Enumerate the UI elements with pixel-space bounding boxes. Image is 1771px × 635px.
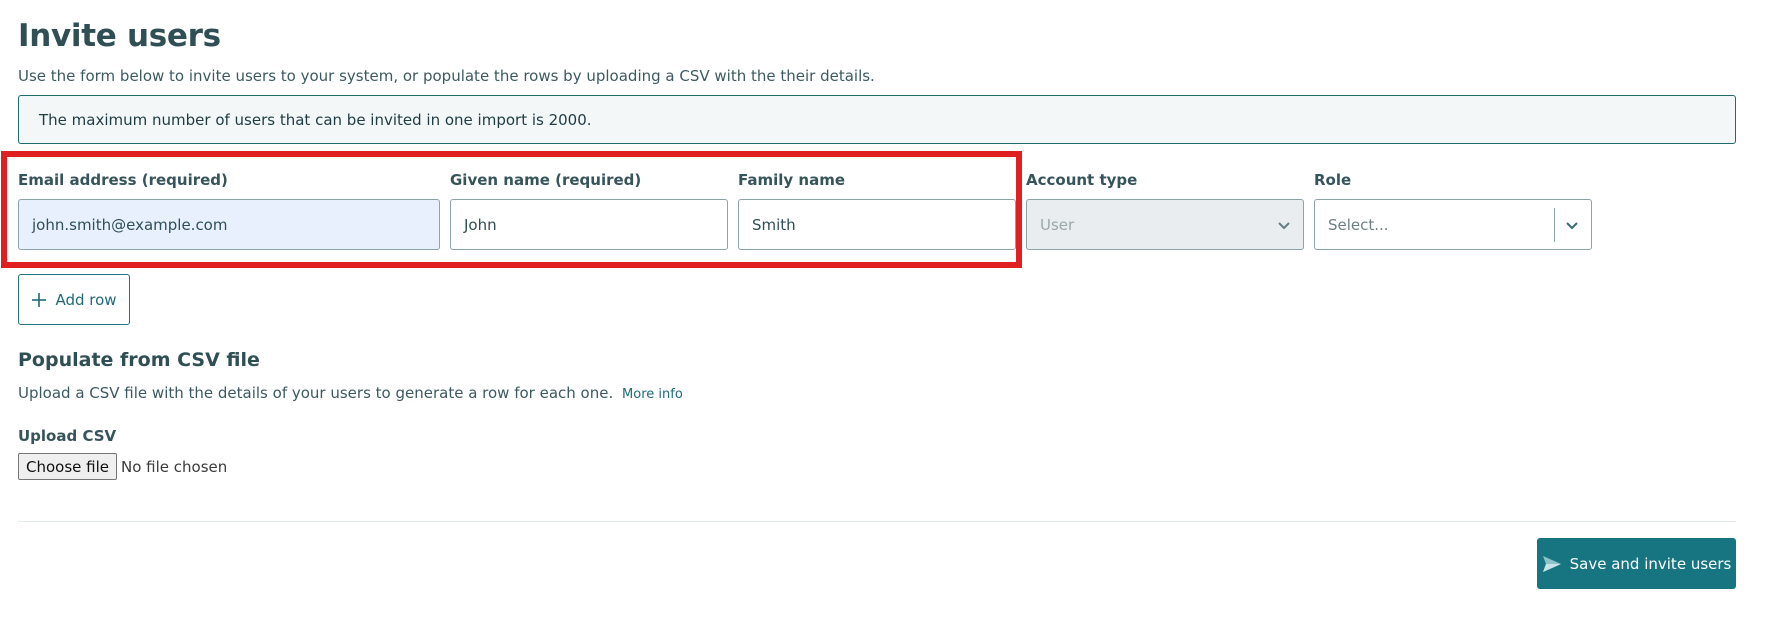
- given-name-value: John: [464, 215, 497, 234]
- role-placeholder: Select...: [1328, 215, 1389, 234]
- csv-heading: Populate from CSV file: [18, 349, 260, 371]
- add-row-button[interactable]: Add row: [18, 274, 130, 325]
- given-name-field[interactable]: John: [450, 199, 728, 250]
- add-row-label: Add row: [55, 290, 117, 309]
- file-upload-control: Choose file No file chosen: [18, 453, 227, 480]
- csv-description-text: Upload a CSV file with the details of yo…: [18, 384, 614, 402]
- no-file-text: No file chosen: [121, 457, 228, 476]
- section-divider: [18, 521, 1736, 522]
- account-type-label: Account type: [1026, 171, 1138, 189]
- save-and-invite-button[interactable]: Save and invite users: [1537, 538, 1736, 589]
- select-divider: [1554, 208, 1555, 242]
- notice-text: The maximum number of users that can be …: [39, 110, 592, 129]
- chevron-down-icon[interactable]: [1563, 216, 1581, 234]
- page-title: Invite users: [18, 18, 221, 54]
- email-value: john.smith@example.com: [32, 215, 228, 234]
- chevron-down-icon: [1278, 222, 1290, 230]
- family-name-label: Family name: [738, 171, 846, 189]
- family-name-value: Smith: [752, 215, 796, 234]
- page-intro: Use the form below to invite users to yo…: [18, 67, 875, 85]
- more-info-link[interactable]: More info: [622, 387, 683, 402]
- upload-csv-label: Upload CSV: [18, 427, 117, 445]
- email-field[interactable]: john.smith@example.com: [18, 199, 440, 250]
- csv-description: Upload a CSV file with the details of yo…: [18, 384, 683, 402]
- email-label: Email address (required): [18, 171, 228, 189]
- save-label: Save and invite users: [1569, 554, 1732, 573]
- send-icon: [1542, 555, 1561, 572]
- plus-icon: [32, 292, 47, 307]
- account-type-value: User: [1040, 215, 1075, 234]
- choose-file-button[interactable]: Choose file: [18, 453, 117, 480]
- import-limit-notice: The maximum number of users that can be …: [18, 95, 1736, 144]
- given-name-label: Given name (required): [450, 171, 642, 189]
- role-label: Role: [1314, 171, 1352, 189]
- account-type-select: User: [1026, 199, 1304, 250]
- role-select[interactable]: Select...: [1314, 199, 1592, 250]
- family-name-field[interactable]: Smith: [738, 199, 1016, 250]
